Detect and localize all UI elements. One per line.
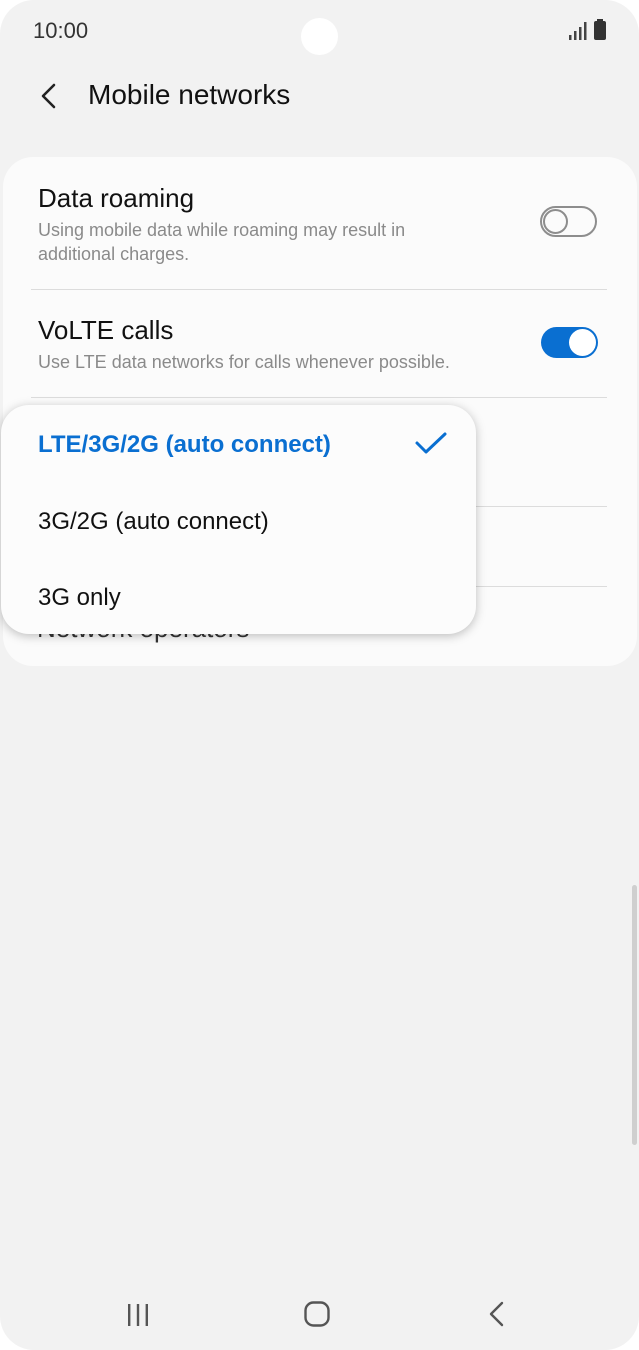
divider bbox=[31, 289, 607, 290]
toggle-knob bbox=[543, 209, 568, 234]
home-icon[interactable] bbox=[303, 1300, 331, 1328]
divider bbox=[31, 397, 607, 398]
volte-row[interactable]: VoLTE calls Use LTE data networks for ca… bbox=[38, 315, 607, 374]
nav-back-icon[interactable] bbox=[485, 1300, 509, 1328]
network-mode-option-3g-only[interactable]: 3G only bbox=[38, 584, 121, 612]
battery-icon bbox=[594, 19, 606, 40]
page-title: Mobile networks bbox=[88, 79, 291, 110]
scrollbar[interactable] bbox=[632, 885, 637, 1145]
network-mode-option-3g2g[interactable]: 3G/2G (auto connect) bbox=[38, 508, 269, 536]
check-icon bbox=[415, 432, 447, 454]
back-arrow-icon[interactable] bbox=[30, 76, 70, 116]
navigation-bar bbox=[0, 1270, 639, 1350]
camera-cutout bbox=[301, 18, 338, 55]
volte-toggle[interactable] bbox=[541, 327, 598, 358]
network-mode-menu: LTE/3G/2G (auto connect) 3G/2G (auto con… bbox=[1, 405, 476, 634]
data-roaming-subtitle: Using mobile data while roaming may resu… bbox=[38, 220, 406, 264]
data-roaming-title: Data roaming bbox=[38, 183, 195, 213]
recents-icon[interactable] bbox=[125, 1302, 151, 1328]
network-mode-option-lte[interactable]: LTE/3G/2G (auto connect) bbox=[38, 431, 331, 459]
status-time: 10:00 bbox=[33, 18, 89, 43]
app-header: Mobile networks bbox=[0, 62, 639, 132]
toggle-knob bbox=[569, 329, 596, 356]
signal-icon bbox=[569, 22, 587, 40]
phone-screen: 10:00 Mobile networks Data roaming Using… bbox=[0, 0, 639, 1350]
volte-subtitle: Use LTE data networks for calls whenever… bbox=[38, 352, 450, 372]
volte-title: VoLTE calls bbox=[38, 315, 174, 345]
data-roaming-toggle[interactable] bbox=[540, 206, 597, 237]
status-bar: 10:00 bbox=[0, 0, 639, 62]
data-roaming-row[interactable]: Data roaming Using mobile data while roa… bbox=[38, 183, 607, 266]
